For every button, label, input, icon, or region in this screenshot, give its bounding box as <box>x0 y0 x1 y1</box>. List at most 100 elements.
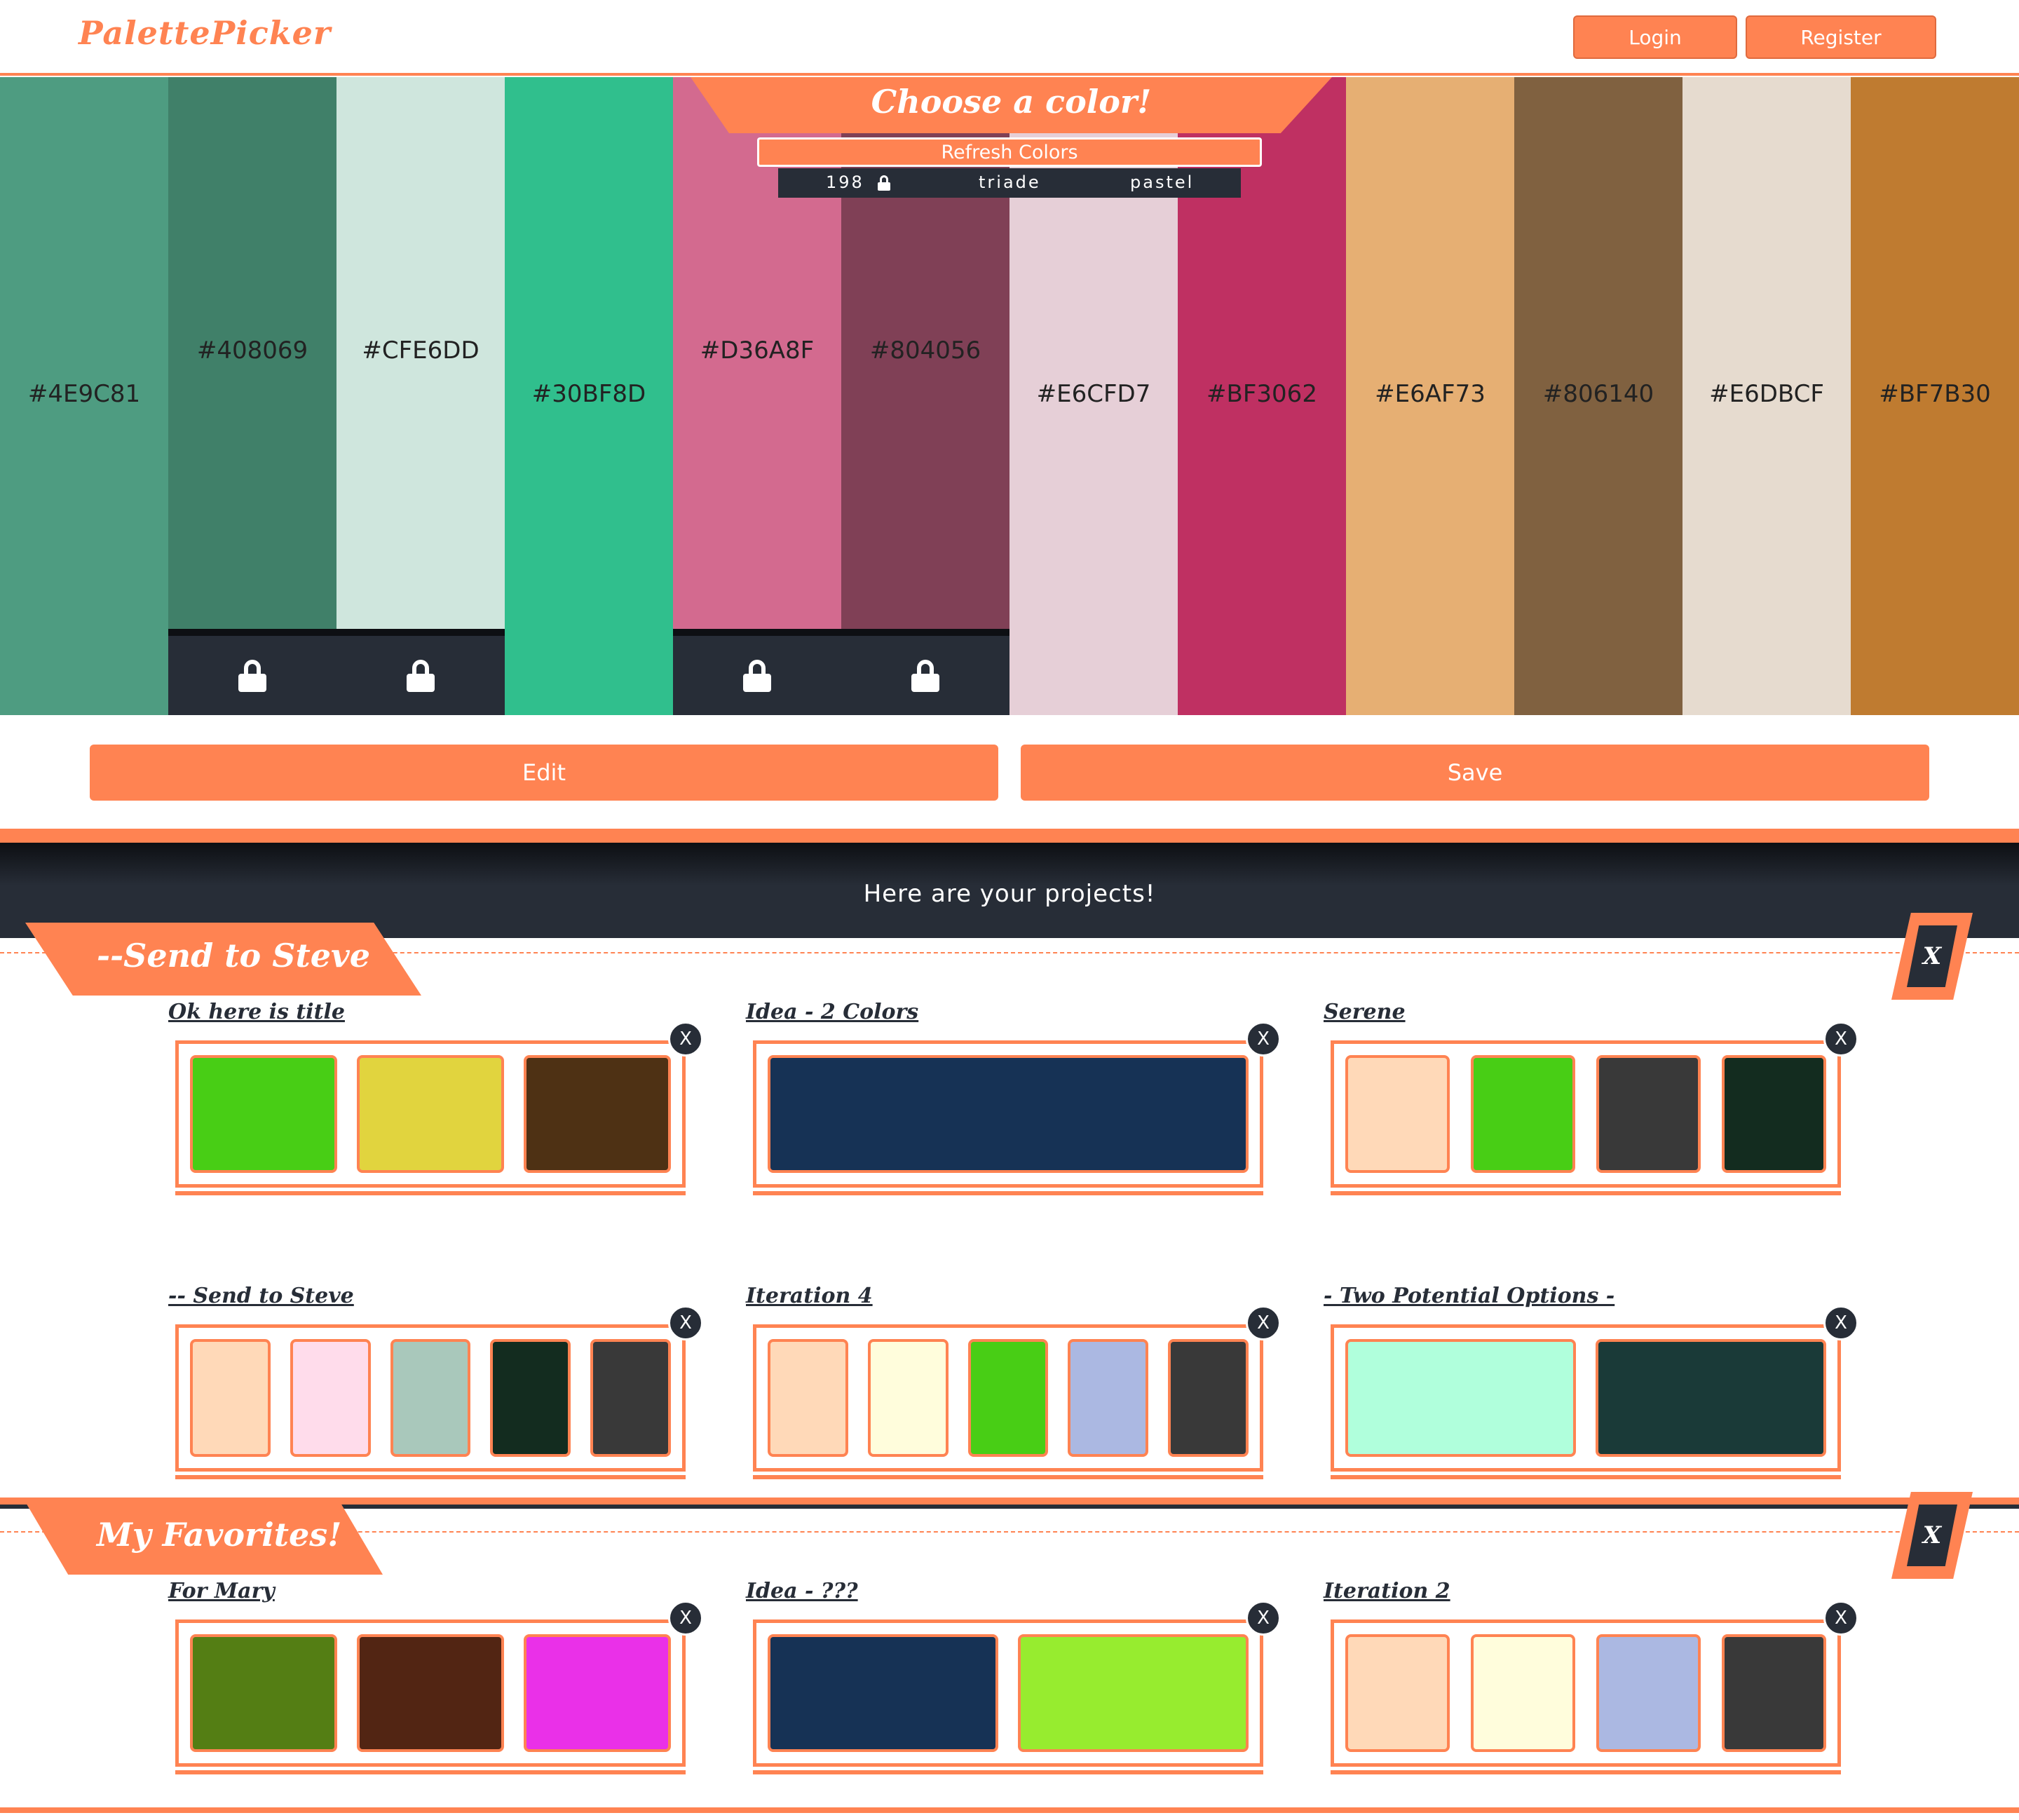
palette-color-chip[interactable] <box>390 1339 471 1457</box>
projects-top-stripe <box>0 829 2019 843</box>
palette-color-chip[interactable] <box>967 1339 1049 1457</box>
swatch-hex-label: #E6AF73 <box>1375 380 1486 408</box>
delete-palette-button[interactable]: X <box>668 1305 703 1340</box>
swatch-lock-toggle[interactable] <box>336 629 505 715</box>
palette-title: Idea - ??? <box>746 1579 858 1603</box>
swatch-hex-label: #E6CFD7 <box>1036 380 1151 408</box>
palette-color-chip[interactable] <box>1345 1339 1576 1457</box>
group-name[interactable]: My Favorites! <box>97 1516 341 1554</box>
delete-palette-button[interactable]: X <box>1246 1601 1281 1636</box>
palette-color-chip[interactable] <box>1596 1634 1701 1752</box>
top-header: PalettePicker Login Register <box>0 0 2019 76</box>
palette-color-chip[interactable] <box>1018 1634 1249 1752</box>
palette-color-chip[interactable] <box>1345 1634 1450 1752</box>
swatch-hex-label: #4E9C81 <box>27 380 141 408</box>
palette-color-chip[interactable] <box>290 1339 371 1457</box>
palette-color-chip[interactable] <box>190 1339 271 1457</box>
palette-title: Iteration 2 <box>1324 1579 1450 1603</box>
palette-color-chip[interactable] <box>1722 1055 1826 1173</box>
palette-color-chip[interactable] <box>768 1339 848 1457</box>
lock-icon <box>407 659 435 692</box>
color-swatch[interactable]: #4E9C81 <box>0 77 168 715</box>
scheme-type[interactable]: triade <box>979 172 1041 192</box>
palette-card[interactable] <box>175 1040 686 1195</box>
palette-color-chip[interactable] <box>1471 1634 1575 1752</box>
palette-title: Ok here is title <box>168 1000 345 1024</box>
delete-palette-button[interactable]: X <box>1823 1601 1858 1636</box>
palette-title: - Two Potential Options - <box>1324 1284 1615 1308</box>
palette-color-chip[interactable] <box>357 1634 504 1752</box>
swatch-lock-toggle[interactable] <box>673 629 841 715</box>
palette-title: Serene <box>1324 1000 1406 1024</box>
color-swatch[interactable]: #CFE6DD <box>336 77 505 715</box>
swatch-hex-label: #CFE6DD <box>362 337 480 365</box>
color-swatch[interactable]: #408069 <box>168 77 336 715</box>
swatch-hex-label: #D36A8F <box>700 337 815 365</box>
palette-color-chip[interactable] <box>524 1634 671 1752</box>
palette-color-chip[interactable] <box>490 1339 571 1457</box>
close-icon: X <box>1907 1505 1957 1566</box>
palette-card[interactable] <box>175 1324 686 1479</box>
delete-palette-button[interactable]: X <box>1823 1305 1858 1340</box>
palette-color-chip[interactable] <box>1471 1055 1575 1173</box>
palette-card[interactable] <box>1331 1324 1841 1479</box>
palette-color-chip[interactable] <box>1722 1634 1826 1752</box>
palette-color-chip[interactable] <box>768 1634 998 1752</box>
login-button[interactable]: Login <box>1573 15 1737 59</box>
color-swatch[interactable]: #806140 <box>1514 77 1682 715</box>
palette-title: Iteration 4 <box>746 1284 873 1308</box>
palette-color-chip[interactable] <box>357 1055 504 1173</box>
palette-color-chip[interactable] <box>1345 1055 1450 1173</box>
delete-palette-button[interactable]: X <box>1246 1021 1281 1057</box>
swatch-lock-toggle[interactable] <box>841 629 1010 715</box>
delete-palette-button[interactable]: X <box>1246 1305 1281 1340</box>
color-swatch[interactable]: #BF7B30 <box>1851 77 2019 715</box>
palette-color-chip[interactable] <box>1596 1339 1826 1457</box>
palette-color-chip[interactable] <box>1068 1339 1149 1457</box>
lock-icon <box>238 659 266 692</box>
color-swatch[interactable]: #E6DBCF <box>1682 77 1851 715</box>
palette-color-chip[interactable] <box>524 1055 671 1173</box>
delete-palette-button[interactable]: X <box>668 1021 703 1057</box>
lock-icon <box>911 659 939 692</box>
swatch-hex-label: #E6DBCF <box>1709 380 1824 408</box>
refresh-colors-button[interactable]: Refresh Colors <box>757 137 1262 167</box>
palette-color-chip[interactable] <box>1596 1055 1701 1173</box>
swatch-hex-label: #BF7B30 <box>1879 380 1991 408</box>
palette-color-chip[interactable] <box>190 1055 337 1173</box>
choose-color-title: Choose a color! <box>871 83 1152 121</box>
edit-button[interactable]: Edit <box>90 745 998 801</box>
close-icon: X <box>1907 925 1957 987</box>
swatch-hex-label: #30BF8D <box>531 380 646 408</box>
register-button[interactable]: Register <box>1746 15 1936 59</box>
color-swatch[interactable]: #E6AF73 <box>1346 77 1514 715</box>
palette-card[interactable] <box>753 1324 1263 1479</box>
delete-palette-button[interactable]: X <box>1823 1021 1858 1057</box>
palette-card[interactable] <box>753 1619 1263 1774</box>
palette-card[interactable] <box>1331 1040 1841 1195</box>
palette-info-bar: 198 triade pastel <box>778 168 1241 198</box>
delete-palette-button[interactable]: X <box>668 1601 703 1636</box>
app-logo[interactable]: PalettePicker <box>79 14 331 52</box>
unlock-icon[interactable] <box>878 175 890 191</box>
palette-color-chip[interactable] <box>590 1339 671 1457</box>
palette-color-chip[interactable] <box>190 1634 337 1752</box>
palette-title: Idea - 2 Colors <box>746 1000 919 1024</box>
swatch-hex-label: #408069 <box>196 337 308 365</box>
save-button[interactable]: Save <box>1021 745 1929 801</box>
palette-color-chip[interactable] <box>1168 1339 1249 1457</box>
palette-color-chip[interactable] <box>867 1339 949 1457</box>
palette-card[interactable] <box>175 1619 686 1774</box>
group-name[interactable]: --Send to Steve <box>97 937 370 974</box>
color-swatch[interactable]: #30BF8D <box>505 77 673 715</box>
swatch-lock-toggle[interactable] <box>168 629 336 715</box>
lock-icon <box>743 659 771 692</box>
palette-card[interactable] <box>753 1040 1263 1195</box>
swatch-hex-label: #806140 <box>1542 380 1654 408</box>
palette-card[interactable] <box>1331 1619 1841 1774</box>
palette-color-chip[interactable] <box>768 1055 1249 1173</box>
projects-bottom-stripe <box>0 1807 2019 1813</box>
color-mode[interactable]: pastel <box>1130 172 1194 192</box>
palette-title: -- Send to Steve <box>168 1284 354 1308</box>
swatch-hex-label: #804056 <box>869 337 981 365</box>
